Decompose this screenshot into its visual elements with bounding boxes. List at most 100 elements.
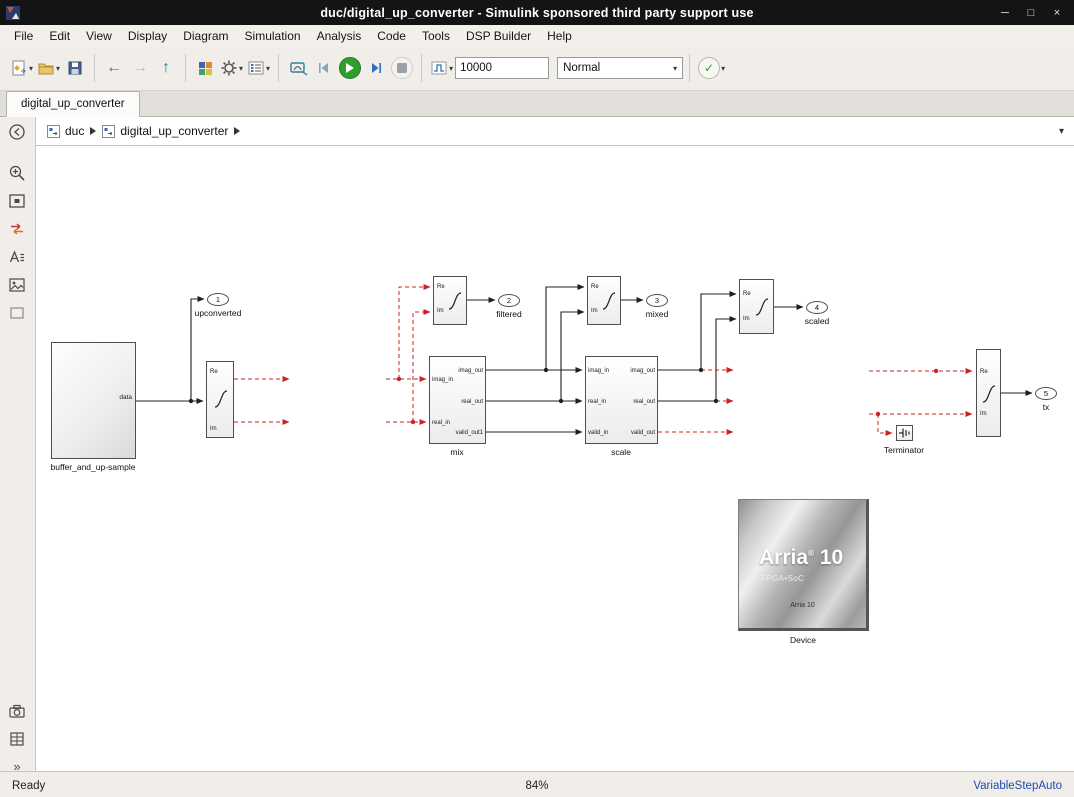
breadcrumb-dropdown-icon[interactable]: ▾ bbox=[1059, 126, 1064, 137]
outport-4[interactable]: 4 bbox=[806, 301, 828, 314]
minimize-button[interactable]: ─ bbox=[998, 7, 1012, 19]
up-arrow-icon: ↑ bbox=[162, 60, 170, 76]
annotation-a-icon bbox=[8, 248, 26, 266]
tab-digital-up-converter[interactable]: digital_up_converter bbox=[6, 91, 140, 117]
step-forward-button[interactable] bbox=[363, 54, 389, 82]
sim-mode-select[interactable]: Normal ▾ bbox=[557, 57, 683, 79]
open-model-button[interactable]: ▾ bbox=[35, 54, 62, 82]
maximize-button[interactable]: □ bbox=[1024, 7, 1038, 19]
breadcrumb-item-duc[interactable]: duc bbox=[44, 122, 87, 140]
device-family-text: FPGA•SoC bbox=[761, 574, 804, 583]
outport-5[interactable]: 5 bbox=[1035, 387, 1057, 400]
breadcrumb-label: duc bbox=[65, 124, 84, 138]
caret-down-icon: ▾ bbox=[721, 64, 725, 73]
stop-button[interactable] bbox=[389, 54, 415, 82]
menu-simulation[interactable]: Simulation bbox=[237, 27, 309, 45]
run-button[interactable] bbox=[337, 54, 363, 82]
breadcrumb-item-digital-up-converter[interactable]: digital_up_converter bbox=[99, 122, 231, 140]
signal-wave-icon bbox=[430, 59, 448, 77]
simulation-display-button[interactable]: ▾ bbox=[428, 54, 455, 82]
stop-time-input[interactable] bbox=[455, 57, 549, 79]
grid-doc-icon bbox=[8, 730, 26, 748]
fit-to-view-button[interactable] bbox=[7, 191, 27, 211]
buffer-and-upsample-block[interactable]: data bbox=[51, 342, 136, 459]
outport-number: 1 bbox=[216, 295, 220, 304]
window-controls: ─ □ × bbox=[998, 7, 1064, 19]
outport-1-label: upconverted bbox=[168, 308, 268, 318]
navigate-up-button[interactable]: ↑ bbox=[153, 54, 179, 82]
library-browser-button[interactable] bbox=[192, 54, 218, 82]
transition-curve-icon bbox=[214, 388, 228, 410]
image-button[interactable] bbox=[7, 275, 27, 295]
toolbar-separator bbox=[185, 54, 186, 82]
viewmarks-button[interactable] bbox=[7, 701, 27, 721]
outport-1[interactable]: 1 bbox=[207, 293, 229, 306]
mix-block[interactable]: imag_out imag_in real_out real_in valid_… bbox=[429, 356, 486, 444]
outport-5-label: tx bbox=[996, 402, 1074, 412]
outport-number: 4 bbox=[815, 303, 819, 312]
outport-3[interactable]: 3 bbox=[646, 294, 668, 307]
terminator-block[interactable] bbox=[896, 425, 913, 441]
signal-wires-layer bbox=[36, 146, 1074, 771]
main-toolbar: ▾ ▾ ← → ↑ ▾ ▾ bbox=[0, 46, 1074, 91]
step-back-button[interactable] bbox=[311, 54, 337, 82]
menu-diagram[interactable]: Diagram bbox=[175, 27, 236, 45]
caret-down-icon: ▾ bbox=[266, 64, 270, 73]
menu-help[interactable]: Help bbox=[539, 27, 580, 45]
outport-number: 2 bbox=[507, 296, 511, 305]
menubar: File Edit View Display Diagram Simulatio… bbox=[0, 25, 1074, 46]
menu-file[interactable]: File bbox=[6, 27, 41, 45]
save-model-button[interactable] bbox=[62, 54, 88, 82]
outport-2[interactable]: 2 bbox=[498, 294, 520, 307]
model-icon bbox=[102, 125, 115, 138]
model-settings-button[interactable]: ▾ bbox=[218, 54, 245, 82]
device-chip-text: Arria 10 bbox=[739, 602, 866, 609]
menu-analysis[interactable]: Analysis bbox=[309, 27, 370, 45]
shape-button[interactable] bbox=[7, 303, 27, 323]
zoom-level: 84% bbox=[0, 780, 1074, 792]
port-label-real-out: real_out bbox=[633, 399, 655, 405]
check-icon: ✓ bbox=[698, 57, 720, 79]
annotation-button[interactable] bbox=[7, 247, 27, 267]
scale-block[interactable]: imag_in real_in valid_in imag_out real_o… bbox=[585, 356, 658, 444]
stop-square-icon bbox=[391, 57, 413, 79]
back-arrow-icon: ← bbox=[106, 60, 122, 76]
tab-bar: digital_up_converter bbox=[0, 91, 1074, 117]
outport-number: 3 bbox=[655, 296, 659, 305]
menu-code[interactable]: Code bbox=[369, 27, 414, 45]
direction-arrows-button[interactable] bbox=[7, 219, 27, 239]
fit-frame-icon bbox=[8, 192, 26, 210]
model-canvas[interactable]: data buffer_and_up-sample Re Im 1 upconv… bbox=[36, 146, 1074, 771]
toolbar-separator bbox=[94, 54, 95, 82]
re-im-block-split[interactable]: Re Im bbox=[206, 361, 234, 438]
menu-view[interactable]: View bbox=[78, 27, 120, 45]
block-name-scale: scale bbox=[591, 447, 651, 457]
sim-mode-value: Normal bbox=[563, 62, 600, 74]
menu-dsp-builder[interactable]: DSP Builder bbox=[458, 27, 539, 45]
connect-to-target-button[interactable] bbox=[285, 54, 311, 82]
breadcrumb-separator-icon bbox=[234, 127, 240, 135]
navigate-forward-button[interactable]: → bbox=[127, 54, 153, 82]
open-folder-icon bbox=[37, 59, 55, 77]
menu-tools[interactable]: Tools bbox=[414, 27, 458, 45]
menu-edit[interactable]: Edit bbox=[41, 27, 78, 45]
explorer-bar-button[interactable] bbox=[7, 729, 27, 749]
navigate-back-button[interactable]: ← bbox=[101, 54, 127, 82]
terminator-icon bbox=[898, 427, 911, 439]
new-model-button[interactable]: ▾ bbox=[8, 54, 35, 82]
re-im-block-tx[interactable]: Re Im bbox=[976, 349, 1001, 437]
device-block[interactable]: Arria® 10 FPGA•SoC Arria 10 bbox=[738, 499, 869, 631]
image-icon bbox=[8, 276, 26, 294]
breadcrumb: duc digital_up_converter ▾ bbox=[36, 117, 1074, 146]
menu-display[interactable]: Display bbox=[120, 27, 175, 45]
solver-link[interactable]: VariableStepAuto bbox=[973, 780, 1062, 792]
hide-explorer-button[interactable] bbox=[7, 122, 27, 142]
close-button[interactable]: × bbox=[1050, 7, 1064, 19]
zoom-in-button[interactable] bbox=[7, 163, 27, 183]
port-label-im: Im bbox=[437, 308, 444, 314]
port-label-re: Re bbox=[210, 369, 218, 375]
breadcrumb-label: digital_up_converter bbox=[120, 124, 228, 138]
camera-icon bbox=[8, 702, 26, 720]
model-advisor-button[interactable]: ✓ ▾ bbox=[696, 54, 727, 82]
model-data-editor-button[interactable]: ▾ bbox=[245, 54, 272, 82]
